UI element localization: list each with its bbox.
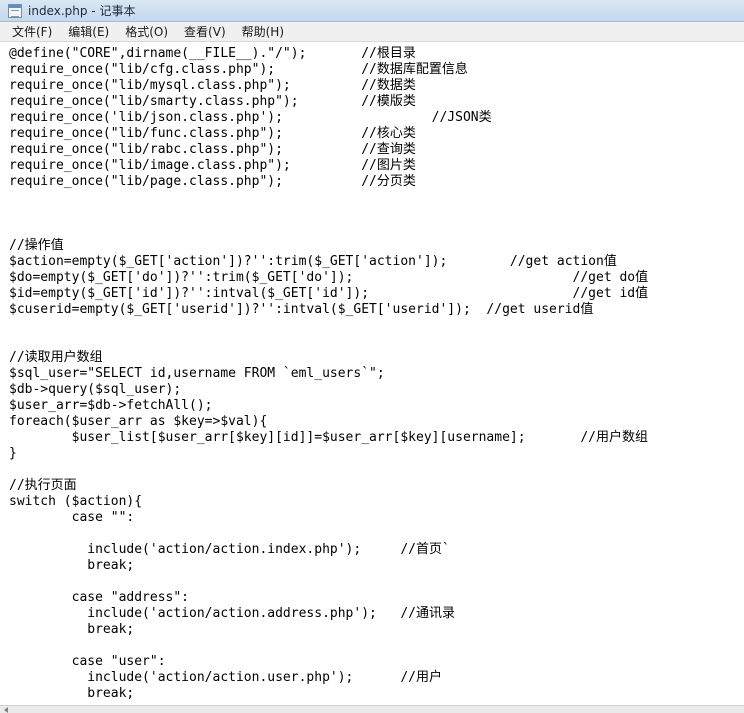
code-line: require_once("lib/rabc.class.php"); //查询… [9,142,416,157]
code-line: $action=empty($_GET['action'])?'':trim($… [9,254,617,269]
code-line: @define("CORE",dirname(__FILE__)."/"); /… [9,46,416,61]
code-line: //执行页面 [9,478,77,493]
menu-help[interactable]: 帮助(H) [234,22,292,42]
code-line: $user_list[$user_arr[$key][id]]=$user_ar… [9,430,648,445]
title-bar: index.php - 记事本 [0,0,744,22]
scroll-left-icon[interactable] [4,707,8,713]
code-line: $do=empty($_GET['do'])?'':trim($_GET['do… [9,270,649,285]
code-line: require_once("lib/page.class.php"); //分页… [9,174,416,189]
menu-bar: 文件(F) 编辑(E) 格式(O) 查看(V) 帮助(H) [0,22,744,42]
code-line: $user_arr=$db->fetchAll(); [9,398,213,413]
code-line: break; [9,686,135,701]
code-line: include('action/action.user.php'); //用户 [9,670,442,685]
code-line: require_once("lib/func.class.php"); //核心… [9,126,416,141]
code-line: $cuserid=empty($_GET['userid'])?'':intva… [9,302,594,317]
menu-file[interactable]: 文件(F) [4,22,60,42]
code-line: switch ($action){ [9,494,143,509]
menu-view[interactable]: 查看(V) [176,22,234,42]
horizontal-scrollbar[interactable] [0,705,744,713]
code-line: $id=empty($_GET['id'])?'':intval($_GET['… [9,286,649,301]
menu-edit[interactable]: 编辑(E) [60,22,117,42]
code-line: $sql_user="SELECT id,username FROM `eml_… [9,366,385,381]
text-editor[interactable]: @define("CORE",dirname(__FILE__)."/"); /… [0,42,744,705]
code-line: $db->query($sql_user); [9,382,182,397]
code-line: //操作值 [9,238,64,253]
code-line: require_once("lib/smarty.class.php"); //… [9,94,416,109]
code-line: } [9,446,17,461]
code-line: require_once("lib/cfg.class.php"); //数据库… [9,62,468,77]
code-line: foreach($user_arr as $key=>$val){ [9,414,268,429]
code-line: require_once("lib/image.class.php"); //图… [9,158,416,173]
code-line: include('action/action.address.php'); //… [9,606,455,621]
window-title: index.php - 记事本 [28,4,136,18]
editor-text[interactable]: @define("CORE",dirname(__FILE__)."/"); /… [0,42,744,702]
notepad-icon [8,3,22,18]
code-line: case "user": [9,654,166,669]
code-line: case "": [9,510,135,525]
code-line: require_once("lib/mysql.class.php"); //数… [9,78,416,93]
code-line: case "address": [9,590,190,605]
code-line: break; [9,622,135,637]
menu-format[interactable]: 格式(O) [117,22,176,42]
code-line: require_once('lib/json.class.php'); //JS… [9,110,492,125]
code-line: break; [9,558,135,573]
code-line: //读取用户数组 [9,350,103,365]
code-line: include('action/action.index.php'); //首页… [9,542,450,557]
